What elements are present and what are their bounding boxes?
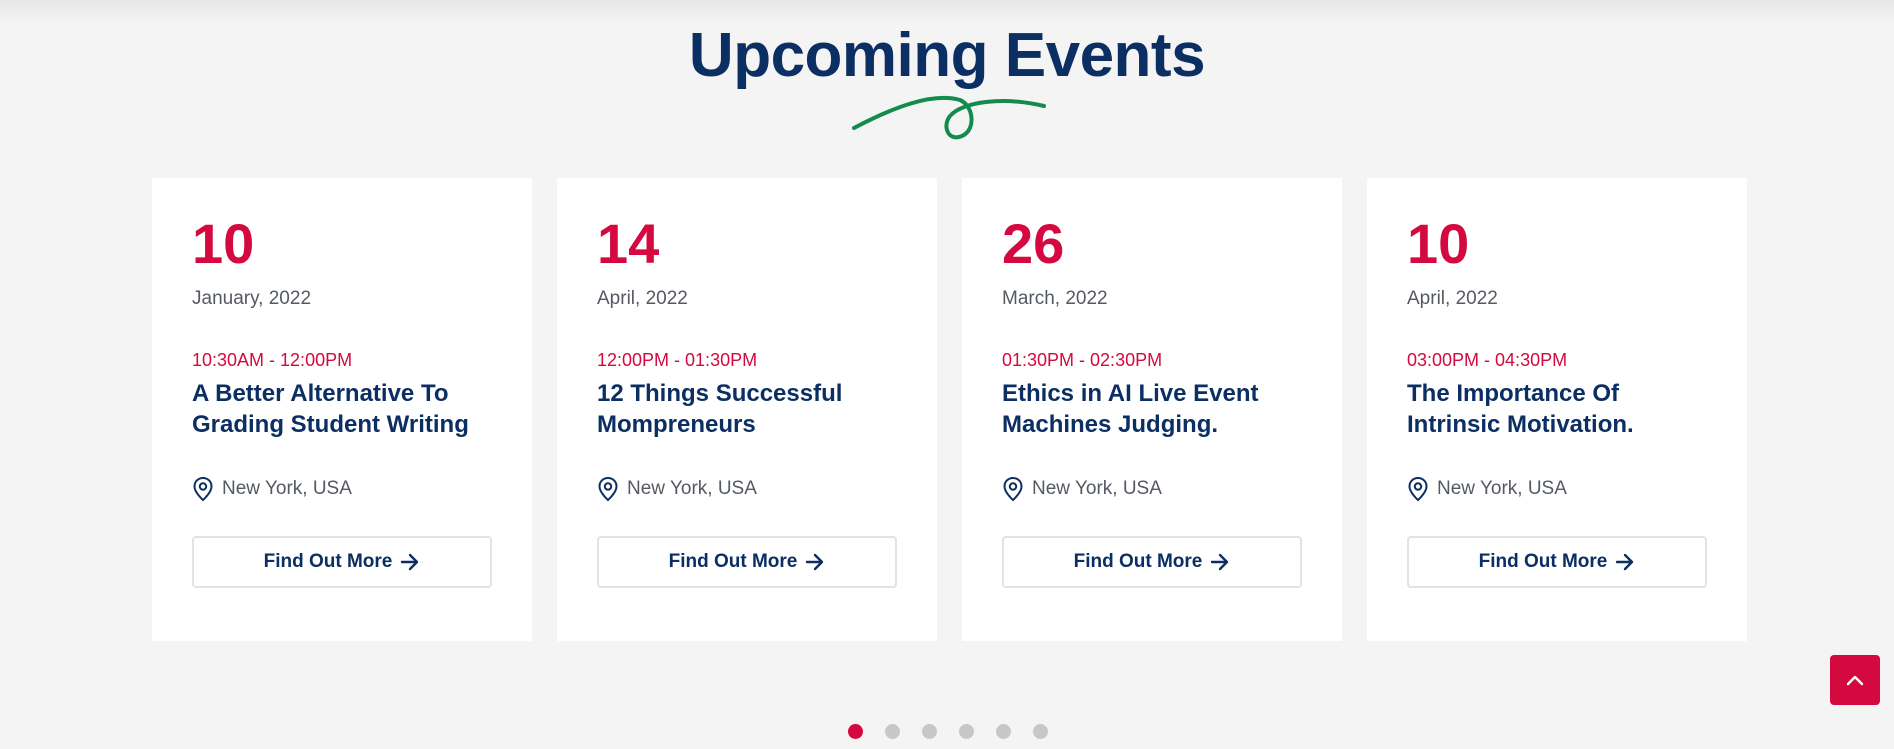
arrow-right-icon: [1211, 553, 1229, 571]
event-location-text: New York, USA: [1032, 478, 1162, 499]
event-location: New York, USA: [192, 476, 352, 502]
find-out-more-label: Find Out More: [1478, 551, 1608, 572]
map-pin-icon: [598, 476, 618, 502]
map-pin-icon: [1003, 476, 1023, 502]
event-day: 14: [597, 212, 660, 275]
event-month: January, 2022: [192, 288, 312, 309]
section-title: Upcoming Events: [688, 21, 1206, 90]
title-squiggle-decoration: [852, 95, 1046, 140]
event-month: April, 2022: [597, 288, 688, 309]
event-month: April, 2022: [1407, 288, 1498, 309]
event-day: 10: [192, 212, 255, 275]
event-title[interactable]: Ethics in AI Live Event Machines Judging…: [1002, 378, 1312, 440]
pagination-dot-3[interactable]: [922, 724, 937, 739]
event-location-text: New York, USA: [627, 478, 757, 499]
pagination-dot-4[interactable]: [959, 724, 974, 739]
event-day: 10: [1407, 212, 1470, 275]
event-card: 10 January, 2022 10:30AM - 12:00PM A Bet…: [152, 178, 532, 641]
find-out-more-label: Find Out More: [263, 551, 393, 572]
event-time: 01:30PM - 02:30PM: [1002, 350, 1163, 370]
map-pin-icon: [1408, 476, 1428, 502]
find-out-more-button[interactable]: Find Out More: [1002, 536, 1302, 588]
event-time: 10:30AM - 12:00PM: [192, 350, 353, 370]
events-carousel: 10 January, 2022 10:30AM - 12:00PM A Bet…: [152, 178, 1747, 641]
map-pin-icon: [193, 476, 213, 502]
find-out-more-label: Find Out More: [668, 551, 798, 572]
find-out-more-button[interactable]: Find Out More: [597, 536, 897, 588]
event-title[interactable]: The Importance Of Intrinsic Motivation.: [1407, 378, 1717, 440]
event-time: 12:00PM - 01:30PM: [597, 350, 758, 370]
find-out-more-button[interactable]: Find Out More: [1407, 536, 1707, 588]
event-location-text: New York, USA: [222, 478, 352, 499]
pagination-dot-1[interactable]: [848, 724, 863, 739]
event-card: 26 March, 2022 01:30PM - 02:30PM Ethics …: [962, 178, 1342, 641]
arrow-right-icon: [401, 553, 419, 571]
arrow-right-icon: [1616, 553, 1634, 571]
event-location: New York, USA: [1407, 476, 1567, 502]
event-location-text: New York, USA: [1437, 478, 1567, 499]
event-title[interactable]: 12 Things Successful Mompreneurs: [597, 378, 907, 440]
event-title[interactable]: A Better Alternative To Grading Student …: [192, 378, 502, 440]
event-card: 10 April, 2022 03:00PM - 04:30PM The Imp…: [1367, 178, 1747, 641]
pagination-dot-2[interactable]: [885, 724, 900, 739]
event-day: 26: [1002, 212, 1065, 275]
find-out-more-label: Find Out More: [1073, 551, 1203, 572]
pagination-dot-5[interactable]: [996, 724, 1011, 739]
back-to-top-button[interactable]: [1830, 655, 1880, 705]
chevron-up-icon: [1846, 675, 1864, 686]
event-card: 14 April, 2022 12:00PM - 01:30PM 12 Thin…: [557, 178, 937, 641]
carousel-pagination: [848, 724, 1048, 739]
event-month: March, 2022: [1002, 288, 1108, 309]
header-shadow: [0, 0, 1894, 22]
event-time: 03:00PM - 04:30PM: [1407, 350, 1568, 370]
arrow-right-icon: [806, 553, 824, 571]
event-location: New York, USA: [597, 476, 757, 502]
event-location: New York, USA: [1002, 476, 1162, 502]
find-out-more-button[interactable]: Find Out More: [192, 536, 492, 588]
pagination-dot-6[interactable]: [1033, 724, 1048, 739]
